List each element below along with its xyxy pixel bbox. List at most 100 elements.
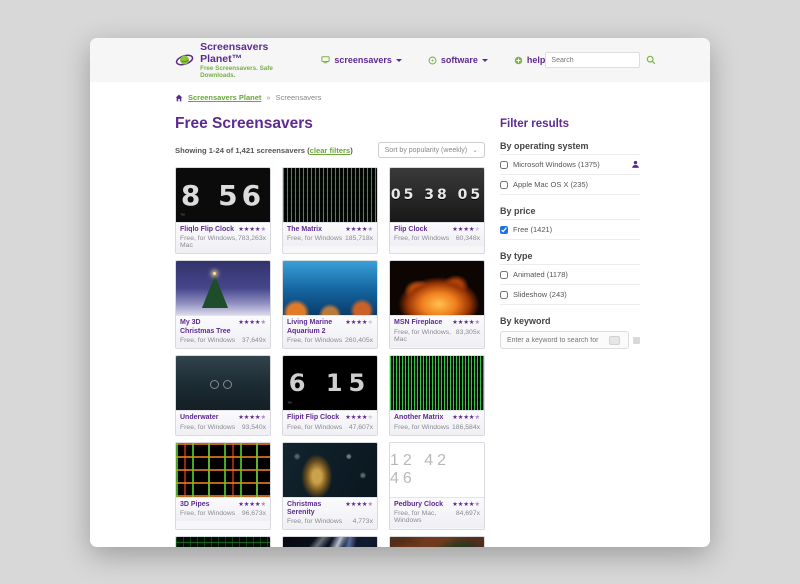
breadcrumb-current: Screensavers xyxy=(276,93,322,102)
nav-help[interactable]: help xyxy=(514,55,546,65)
screensaver-meta: Free, for Windows xyxy=(180,424,235,431)
content: Free Screensavers Showing 1-24 of 1,421 … xyxy=(90,102,710,547)
filter-option[interactable]: Free (1421) xyxy=(500,220,640,240)
screensaver-title-link[interactable]: Flip Clock xyxy=(394,226,427,234)
screensaver-card[interactable]: Underwater ★★★★★ Free, for Windows 93,54… xyxy=(175,355,271,435)
screensaver-title-link[interactable]: MSN Fireplace xyxy=(394,319,442,327)
screensaver-thumbnail[interactable] xyxy=(283,443,377,497)
screensaver-meta: Free, for Mac, Windows xyxy=(394,510,456,524)
screensaver-thumbnail[interactable] xyxy=(283,537,377,547)
screensaver-card[interactable]: 05 38 05 Flip Clock ★★★★★ Free, for Wind… xyxy=(389,167,485,254)
brand-logo[interactable]: Screensavers Planet™ Free Screensavers. … xyxy=(175,41,277,79)
search-icon[interactable] xyxy=(646,55,656,65)
screensaver-meta: Free, for Windows xyxy=(394,424,449,431)
screensaver-title-link[interactable]: 3D Pipes xyxy=(180,501,210,509)
trademark-mark: ™ xyxy=(180,213,185,219)
screensaver-card[interactable]: Night Before Christmas 3D ★★★★★ Free, fo… xyxy=(389,536,485,547)
screensaver-title-link[interactable]: Fliqlo Flip Clock xyxy=(180,226,234,234)
screensaver-card[interactable]: Living Marine Aquarium 2 ★★★★★ Free, for… xyxy=(282,260,378,349)
filter-checkbox[interactable] xyxy=(500,271,508,279)
results-summary: Showing 1-24 of 1,421 screensavers (clea… xyxy=(175,146,353,155)
screensaver-card[interactable]: 6 15 ™ Flipit Flip Clock ★★★★★ Free, for… xyxy=(282,355,378,435)
screensaver-card[interactable]: Retro Sci-Fi ★★★★★ Free, for Windows 93,… xyxy=(175,536,271,547)
nav-label: screensavers xyxy=(334,55,392,65)
filter-checkbox[interactable] xyxy=(500,161,508,169)
download-count: 783,263x xyxy=(238,235,266,249)
card-label: My 3D Christmas Tree ★★★★★ Free, for Win… xyxy=(176,315,270,348)
planet-logo-icon xyxy=(175,49,194,71)
screensaver-card[interactable]: Christmas Serenity ★★★★★ Free, for Windo… xyxy=(282,442,378,531)
screensaver-card[interactable]: Hyperspace ★★★★★ Free, for Windows, Mac … xyxy=(282,536,378,547)
screensaver-card[interactable]: 3D Pipes ★★★★★ Free, for Windows 96,673x xyxy=(175,442,271,531)
filter-group-title: By price xyxy=(500,206,640,216)
rating-stars: ★★★★★ xyxy=(238,501,266,508)
screensaver-card[interactable]: My 3D Christmas Tree ★★★★★ Free, for Win… xyxy=(175,260,271,349)
screensaver-thumbnail[interactable] xyxy=(283,261,377,315)
rating-stars: ★★★★★ xyxy=(345,414,373,421)
breadcrumb-separator: » xyxy=(266,93,270,102)
filter-group-title: By operating system xyxy=(500,141,640,151)
page-card: Screensavers Planet ™ Free Screensavers. … xyxy=(90,38,710,547)
screensaver-card[interactable]: The Matrix ★★★★★ Free, for Windows 185,7… xyxy=(282,167,378,254)
download-count: 185,718x xyxy=(345,235,373,242)
screensaver-title-link[interactable]: Pedbury Clock xyxy=(394,501,443,509)
filter-option[interactable]: Microsoft Windows (1375) xyxy=(500,155,640,175)
sort-dropdown[interactable]: Sort by popularity (weekly) ⌄ xyxy=(378,142,485,158)
brand-tagline: Free Screensavers. Safe Downloads. xyxy=(200,65,277,79)
card-label: MSN Fireplace ★★★★★ Free, for Windows, M… xyxy=(390,315,484,346)
filter-option-label: Apple Mac OS X (235) xyxy=(513,180,588,189)
filter-option[interactable]: Slideshow (243) xyxy=(500,285,640,305)
screensaver-card[interactable]: 12 42 46 Pedbury Clock ★★★★★ Free, for M… xyxy=(389,442,485,531)
filter-checkbox[interactable] xyxy=(500,226,508,234)
home-icon[interactable] xyxy=(175,94,183,102)
nav-software[interactable]: software xyxy=(428,55,488,65)
screensaver-thumbnail[interactable]: 05 38 05 xyxy=(390,168,484,222)
filter-group-title: By type xyxy=(500,251,640,261)
clear-filters-link[interactable]: clear filters xyxy=(310,146,351,155)
breadcrumb-home-link[interactable]: Screensavers Planet xyxy=(188,93,261,102)
filter-checkbox[interactable] xyxy=(500,181,508,189)
filter-checkbox[interactable] xyxy=(500,291,508,299)
rating-stars: ★★★★★ xyxy=(452,414,480,421)
filter-option[interactable]: Animated (1178) xyxy=(500,265,640,285)
keyword-submit-icon[interactable] xyxy=(609,336,620,345)
screensaver-card[interactable]: Another Matrix ★★★★★ Free, for Windows 1… xyxy=(389,355,485,435)
screensaver-thumbnail[interactable] xyxy=(390,261,484,315)
monitor-icon xyxy=(321,56,330,64)
screensaver-title-link[interactable]: Another Matrix xyxy=(394,414,443,422)
rating-stars: ★★★★★ xyxy=(345,319,373,326)
screensaver-thumbnail[interactable] xyxy=(390,537,484,547)
screensaver-thumbnail[interactable] xyxy=(176,537,270,547)
help-icon xyxy=(514,56,523,65)
screensaver-thumbnail[interactable] xyxy=(390,356,484,410)
search-input[interactable] xyxy=(545,52,640,68)
screensaver-title-link[interactable]: My 3D Christmas Tree xyxy=(180,319,235,336)
screensaver-title-link[interactable]: The Matrix xyxy=(287,226,322,234)
screensaver-thumbnail[interactable] xyxy=(176,261,270,315)
download-count: 93,540x xyxy=(242,424,266,431)
screensaver-thumbnail[interactable] xyxy=(176,443,270,497)
results-row: Showing 1-24 of 1,421 screensavers (clea… xyxy=(175,142,485,158)
keyword-search xyxy=(500,331,640,349)
screensaver-title-link[interactable]: Living Marine Aquarium 2 xyxy=(287,319,342,336)
screensaver-thumbnail[interactable]: 8 56 ™ xyxy=(176,168,270,222)
card-label: Christmas Serenity ★★★★★ Free, for Windo… xyxy=(283,497,377,530)
screensaver-thumbnail[interactable] xyxy=(283,168,377,222)
screensaver-title-link[interactable]: Christmas Serenity xyxy=(287,501,342,518)
filter-rows: Free (1421) xyxy=(500,219,640,240)
download-count: 186,584x xyxy=(452,424,480,431)
download-count: 60,348x xyxy=(456,235,480,242)
screensaver-thumbnail[interactable] xyxy=(176,356,270,410)
filter-group: By price Free (1421) xyxy=(500,206,640,240)
screensaver-card[interactable]: MSN Fireplace ★★★★★ Free, for Windows, M… xyxy=(389,260,485,349)
screensaver-card[interactable]: 8 56 ™ Fliqlo Flip Clock ★★★★★ Free, for… xyxy=(175,167,271,254)
screensaver-thumbnail[interactable]: 6 15 ™ xyxy=(283,356,377,410)
nav-screensavers[interactable]: screensavers xyxy=(321,55,402,65)
screensaver-thumbnail[interactable]: 12 42 46 xyxy=(390,443,484,497)
download-count: 260,405x xyxy=(345,337,373,344)
thumbnail-clock-text: 05 38 05 xyxy=(390,168,484,222)
screensaver-title-link[interactable]: Flipit Flip Clock xyxy=(287,414,339,422)
screensaver-title-link[interactable]: Underwater xyxy=(180,414,219,422)
download-count: 47,607x xyxy=(349,424,373,431)
filter-option[interactable]: Apple Mac OS X (235) xyxy=(500,175,640,195)
